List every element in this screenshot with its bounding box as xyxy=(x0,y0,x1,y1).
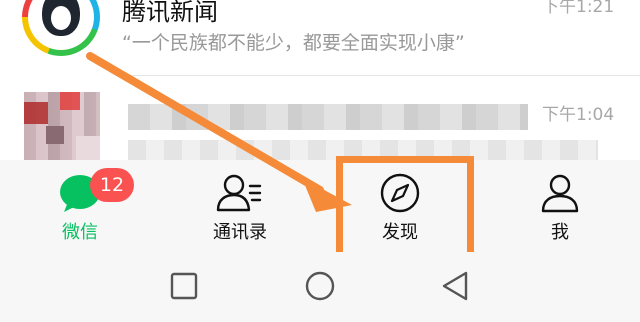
back-triangle-icon[interactable] xyxy=(440,270,470,302)
recents-square-icon[interactable] xyxy=(170,272,198,300)
home-circle-icon[interactable] xyxy=(304,270,336,302)
